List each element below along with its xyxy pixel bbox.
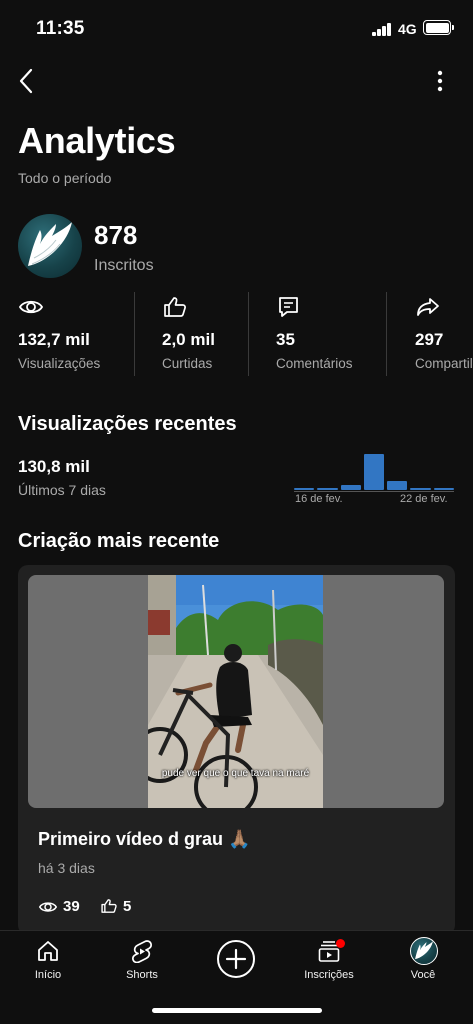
nav-shorts-label: Shorts (126, 969, 158, 981)
chart-bar (294, 488, 315, 490)
stat-value: 132,7 mil (18, 330, 90, 349)
nav-home-label: Início (34, 969, 62, 981)
create-button[interactable] (217, 940, 255, 978)
video-views: 39 (38, 897, 98, 917)
video-thumbnail[interactable]: pude ver que o que tava na maré (28, 575, 444, 808)
nav-subscriptions-label: Inscrições (304, 969, 354, 981)
eye-icon (38, 902, 58, 912)
stat-likes[interactable]: 2,0 mil Curtidas (162, 292, 244, 378)
video-age: há 3 dias (38, 860, 95, 876)
stat-value: 35 (276, 330, 295, 349)
nav-subscriptions[interactable]: Inscrições (286, 931, 372, 991)
video-likes-count: 5 (123, 898, 132, 915)
recent-views-chart[interactable] (294, 448, 454, 492)
stat-value: 2,0 mil (162, 330, 215, 349)
video-likes: 5 (100, 897, 160, 917)
thumbs-up-icon (164, 297, 186, 317)
thumbs-up-icon (101, 899, 117, 913)
video-views-count: 39 (63, 898, 80, 915)
stat-views[interactable]: 132,7 mil Visualizações (18, 292, 128, 378)
video-title[interactable]: Primeiro vídeo d grau 🙏🏽 (38, 829, 250, 850)
video-frame: pude ver que o que tava na maré (148, 575, 323, 808)
chart-start-label: 16 de fev. (295, 493, 343, 505)
status-time: 11:35 (36, 18, 85, 39)
subscriber-label: Inscritos (94, 257, 154, 274)
home-indicator[interactable] (152, 1008, 322, 1013)
stat-divider (134, 292, 135, 376)
status-bar: 11:35 4G (0, 0, 473, 56)
shorts-icon (132, 940, 152, 963)
subscriber-count: 878 (94, 220, 138, 250)
chart-bar (340, 484, 361, 490)
stat-label: Compartilhamentos (415, 356, 473, 371)
nav-shorts[interactable]: Shorts (99, 931, 185, 991)
stat-label: Comentários (276, 356, 353, 371)
eye-icon (18, 300, 44, 314)
signal-icon (372, 22, 394, 36)
chart-bar (363, 454, 385, 490)
nav-you[interactable]: Você (380, 931, 466, 991)
battery-icon (423, 20, 454, 35)
chart-baseline (294, 491, 454, 492)
more-options-button[interactable] (428, 66, 452, 96)
page-title: Analytics (18, 120, 176, 161)
channel-avatar[interactable] (18, 214, 82, 278)
chart-end-label: 22 de fev. (400, 493, 448, 505)
wing-logo-icon (28, 222, 72, 266)
period-selector[interactable]: Todo o período (18, 170, 111, 186)
back-button[interactable] (14, 64, 42, 98)
recent-views-value: 130,8 mil (18, 457, 90, 476)
recent-views-heading: Visualizações recentes (18, 413, 237, 435)
nav-home[interactable]: Início (5, 931, 91, 991)
network-type: 4G (398, 21, 417, 37)
stat-label: Visualizações (18, 356, 101, 371)
latest-content-heading: Criação mais recente (18, 530, 220, 552)
stat-shares[interactable]: 297 Compartilhamentos (415, 292, 473, 378)
notification-dot (336, 939, 345, 948)
stat-divider (386, 292, 387, 376)
chart-bar (433, 488, 454, 490)
home-icon (38, 941, 58, 961)
share-icon (417, 298, 439, 316)
recent-views-period: Últimos 7 dias (18, 482, 106, 498)
comment-icon (279, 297, 298, 317)
stat-comments[interactable]: 35 Comentários (276, 292, 381, 378)
you-avatar (410, 937, 438, 965)
chart-bar (387, 481, 408, 490)
stat-divider (248, 292, 249, 376)
chevron-left-icon (19, 68, 33, 94)
stat-label: Curtidas (162, 356, 213, 371)
more-vertical-icon (437, 70, 443, 92)
stat-value: 297 (415, 330, 444, 349)
wing-logo-icon (415, 941, 433, 960)
plus-icon (225, 948, 247, 970)
video-caption: pude ver que o que tava na maré (161, 768, 310, 779)
chart-bar (410, 488, 431, 490)
chart-bar (317, 488, 338, 490)
nav-you-label: Você (410, 969, 436, 981)
latest-video-card[interactable]: pude ver que o que tava na maré Primeiro… (18, 565, 455, 935)
